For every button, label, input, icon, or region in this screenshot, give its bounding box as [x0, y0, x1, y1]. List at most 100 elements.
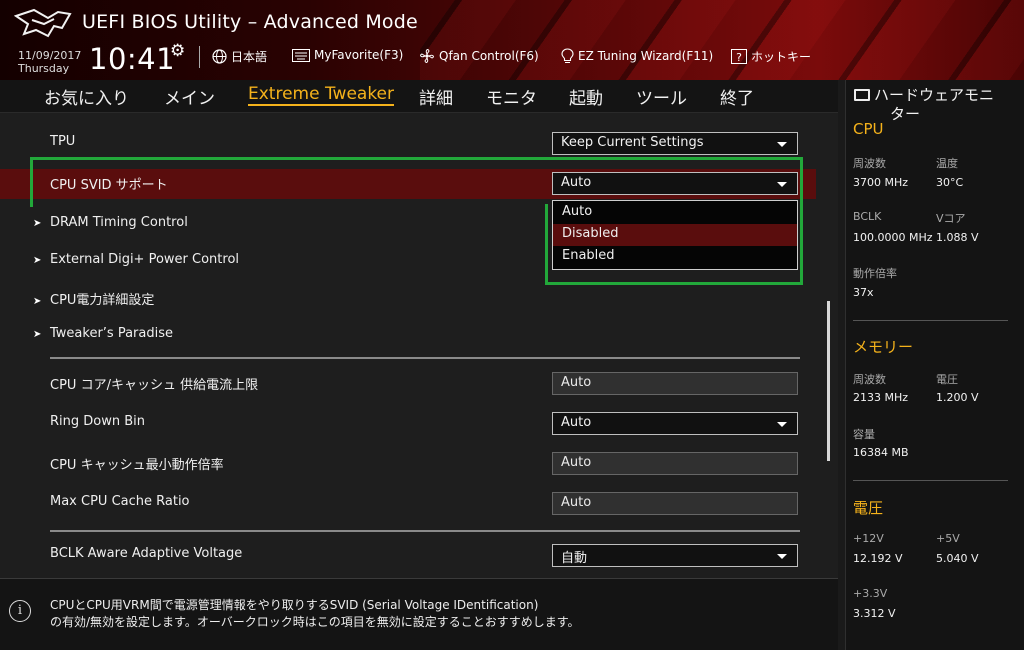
hw-v33-value: 3.312 V [853, 607, 896, 620]
hw-mem-cap-label: 容量 [853, 428, 875, 441]
clock-display: 10:41 [89, 42, 176, 76]
cache-max-ratio-field[interactable]: Auto [552, 492, 798, 515]
main-tab-bar: お気に入り メイン Extreme Tweaker 詳細 モニタ 起動 ツール … [0, 80, 838, 113]
chevron-down-icon [777, 422, 787, 427]
ez-tuning-label: EZ Tuning Wizard(F11) [578, 49, 714, 63]
header-decoration [420, 0, 1024, 80]
monitor-icon [854, 89, 870, 101]
date-text: 11/09/2017 [18, 49, 82, 62]
settings-panel: TPU Keep Current Settings CPU SVID サポート … [0, 113, 838, 578]
fan-icon [420, 49, 434, 63]
qfan-label: Qfan Control(F6) [439, 49, 539, 63]
help-text-line2: の有効/無効を設定します。オーバークロック時はこの項目を無効に設定することおすす… [50, 615, 580, 629]
ez-tuning-button[interactable]: EZ Tuning Wizard(F11) [561, 48, 713, 64]
submenu-tweakers-paradise[interactable]: ➤ Tweaker’s Paradise [33, 326, 173, 341]
ring-down-bin-label: Ring Down Bin [50, 414, 146, 429]
tab-favorites[interactable]: お気に入り [44, 84, 129, 109]
hw-cpu-vcore-label: Vコア [936, 212, 966, 225]
submenu-dram-timing[interactable]: ➤ DRAM Timing Control [33, 215, 188, 230]
chevron-down-icon [777, 554, 787, 559]
date-display: 11/09/2017 Thursday [18, 49, 81, 75]
rog-logo-icon [14, 8, 72, 38]
section-divider [50, 357, 800, 359]
hw-voltage-heading: 電圧 [853, 499, 884, 517]
bclk-aware-value: 自動 [561, 551, 588, 566]
hw-v12-label: +12V [853, 532, 884, 545]
info-icon: i [9, 600, 31, 622]
bclk-aware-label: BCLK Aware Adaptive Voltage [50, 546, 243, 561]
hw-mem-volt-value: 1.200 V [936, 391, 979, 404]
hw-monitor-title: ハードウェアモニ ター [854, 86, 994, 124]
help-panel: i CPUとCPU用VRM間で電源管理情報をやり取りするSVID (Serial… [0, 578, 838, 650]
hardware-monitor-panel: ハードウェアモニ ター CPU 周波数 温度 3700 MHz 30°C BCL… [845, 80, 1024, 650]
arrow-right-icon: ➤ [33, 218, 42, 229]
dropdown-option-enabled[interactable]: Enabled [553, 246, 797, 268]
section-divider [50, 530, 800, 532]
settings-gear-icon[interactable]: ⚙ [170, 41, 185, 61]
hw-cpu-freq-value: 3700 MHz [853, 176, 909, 189]
hotkeys-label: ホットキー [751, 50, 812, 64]
language-button[interactable]: 日本語 [212, 48, 267, 65]
tab-exit[interactable]: 終了 [720, 84, 754, 109]
tpu-label: TPU [50, 134, 76, 149]
cache-min-ratio-label: CPU キャッシュ最小動作倍率 [50, 458, 224, 473]
submenu-digi-power[interactable]: ➤ External Digi+ Power Control [33, 252, 239, 267]
tpu-value: Keep Current Settings [561, 135, 704, 150]
hw-v12-value: 12.192 V [853, 552, 903, 565]
hw-mem-freq-value: 2133 MHz [853, 391, 909, 404]
language-label: 日本語 [231, 50, 268, 64]
tab-main[interactable]: メイン [164, 84, 215, 109]
arrow-right-icon: ➤ [33, 329, 42, 340]
hotkeys-button[interactable]: ? ホットキー [731, 48, 811, 65]
tab-tool[interactable]: ツール [636, 84, 687, 109]
ring-down-bin-value: Auto [561, 415, 592, 430]
hw-mem-freq-label: 周波数 [853, 373, 886, 386]
cache-current-label: CPU コア/キャッシュ 供給電流上限 [50, 378, 259, 393]
hw-divider [853, 480, 1008, 481]
help-question-icon: ? [731, 49, 747, 64]
tab-boot[interactable]: 起動 [569, 84, 603, 109]
tab-advanced[interactable]: 詳細 [419, 84, 453, 109]
scrollbar-thumb[interactable] [827, 301, 830, 461]
hw-cpu-bclk-label: BCLK [853, 210, 882, 223]
hw-memory-heading: メモリー [853, 338, 914, 356]
cache-min-ratio-field[interactable]: Auto [552, 452, 798, 475]
hw-cpu-ratio-value: 37x [853, 286, 874, 299]
hw-title-line1: ハードウェアモニ [874, 86, 995, 104]
myfavorite-button[interactable]: MyFavorite(F3) [292, 48, 403, 62]
hw-divider [853, 320, 1008, 321]
dropdown-option-auto[interactable]: Auto [553, 202, 797, 224]
app-title: UEFI BIOS Utility – Advanced Mode [82, 11, 418, 33]
svg-text:?: ? [736, 51, 742, 64]
chevron-down-icon [777, 142, 787, 147]
hw-cpu-ratio-label: 動作倍率 [853, 267, 897, 280]
myfavorite-label: MyFavorite(F3) [314, 48, 404, 62]
submenu-digi-power-label: External Digi+ Power Control [50, 252, 240, 267]
hw-cpu-heading: CPU [853, 120, 884, 138]
cpu-svid-dropdown: Auto Disabled Enabled [552, 200, 798, 270]
tpu-select[interactable]: Keep Current Settings [552, 132, 798, 155]
day-text: Thursday [18, 62, 70, 75]
tab-extreme-tweaker[interactable]: Extreme Tweaker [248, 84, 395, 106]
hw-v5-value: 5.040 V [936, 552, 979, 565]
hw-mem-volt-label: 電圧 [936, 373, 958, 386]
hw-cpu-freq-label: 周波数 [853, 157, 886, 170]
header-bar: UEFI BIOS Utility – Advanced Mode 11/09/… [0, 0, 1024, 80]
submenu-dram-timing-label: DRAM Timing Control [50, 215, 188, 230]
header-divider [199, 46, 200, 68]
qfan-button[interactable]: Qfan Control(F6) [419, 48, 539, 64]
hw-cpu-vcore-value: 1.088 V [936, 231, 979, 244]
dropdown-option-disabled[interactable]: Disabled [553, 224, 797, 246]
lightbulb-icon [561, 48, 574, 63]
arrow-right-icon: ➤ [33, 255, 42, 266]
globe-icon [212, 49, 227, 64]
submenu-cpu-power[interactable]: ➤ CPU電力詳細設定 [33, 289, 154, 308]
hw-mem-cap-value: 16384 MB [853, 446, 909, 459]
tab-monitor[interactable]: モニタ [486, 84, 537, 109]
submenu-tweakers-paradise-label: Tweaker’s Paradise [50, 326, 173, 341]
ring-down-bin-select[interactable]: Auto [552, 412, 798, 435]
bclk-aware-select[interactable]: 自動 [552, 544, 798, 567]
help-text-line1: CPUとCPU用VRM間で電源管理情報をやり取りするSVID (Serial V… [50, 598, 539, 612]
cache-current-field[interactable]: Auto [552, 372, 798, 395]
hw-cpu-temp-label: 温度 [936, 157, 958, 170]
